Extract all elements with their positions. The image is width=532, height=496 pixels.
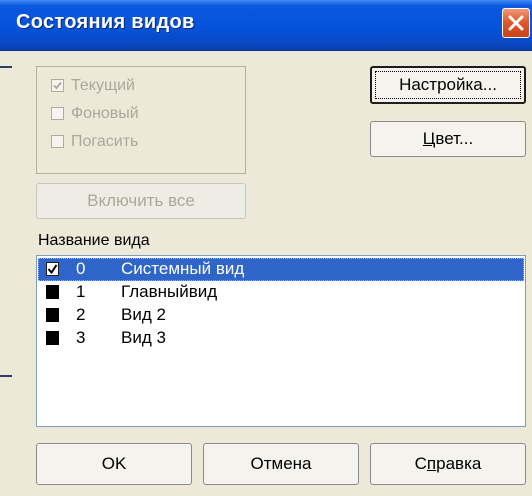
button-label: OK: [101, 454, 127, 473]
checkbox-label: Текущий: [71, 77, 135, 94]
view-name: Вид 3: [121, 328, 166, 347]
frame-edge-mark: [0, 66, 12, 68]
setup-button[interactable]: Настройка...: [370, 66, 526, 104]
ok-button[interactable]: OK: [36, 443, 192, 485]
views-list[interactable]: 0 Системный вид 1 Главныйвид 2 Вид 2 3 В…: [36, 255, 526, 427]
title-bar[interactable]: Состояния видов: [0, 0, 532, 51]
button-label: Отмена: [250, 454, 312, 473]
check-mark-icon: [53, 81, 62, 90]
view-number: 3: [76, 328, 86, 347]
label-part: равка: [436, 454, 482, 473]
window-title: Состояния видов: [16, 11, 195, 33]
label-part: С: [414, 454, 427, 473]
list-item[interactable]: 2 Вид 2: [38, 304, 524, 327]
view-number: 0: [76, 259, 86, 278]
list-item[interactable]: 3 Вид 3: [38, 327, 524, 350]
checkbox-box: [51, 107, 64, 120]
view-name: Главныйвид: [121, 282, 218, 301]
view-name: Системный вид: [121, 259, 245, 278]
button-label: Включить все: [87, 191, 195, 210]
help-button[interactable]: Справка: [370, 443, 526, 485]
view-number: 1: [76, 282, 86, 301]
view-checkbox[interactable]: [46, 262, 59, 276]
enable-all-button[interactable]: Включить все: [36, 183, 246, 219]
frame-edge-mark: [0, 375, 12, 377]
close-button[interactable]: [502, 8, 530, 38]
color-button[interactable]: Цвет...: [370, 121, 526, 157]
checkbox-label: Фоновый: [71, 105, 139, 122]
label-part: вет...: [435, 129, 474, 148]
view-name-label: Название вида: [38, 232, 150, 249]
close-icon: [508, 15, 524, 31]
cancel-button[interactable]: Отмена: [203, 443, 359, 485]
checkbox-box: [51, 79, 64, 92]
views-state-dialog: Состояния видов Текущий Фоновый Погасить: [0, 0, 532, 496]
list-item[interactable]: 1 Главныйвид: [38, 281, 524, 304]
check-mark-icon: [47, 264, 58, 275]
checkbox-box: [51, 135, 64, 148]
view-checkbox[interactable]: [46, 308, 59, 322]
view-checkbox[interactable]: [46, 331, 59, 345]
view-checkbox[interactable]: [46, 285, 59, 299]
checkbox-label: Погасить: [71, 133, 139, 150]
button-label: Справка: [415, 454, 482, 474]
button-label: Цвет...: [423, 129, 473, 149]
accelerator-key: Ц: [422, 129, 436, 148]
view-number: 2: [76, 305, 86, 324]
state-options-group: Текущий Фоновый Погасить: [36, 66, 246, 174]
view-name: Вид 2: [121, 305, 166, 324]
list-item[interactable]: 0 Системный вид: [38, 258, 524, 281]
accelerator-key: п: [426, 454, 437, 473]
focus-rectangle: [375, 71, 521, 99]
